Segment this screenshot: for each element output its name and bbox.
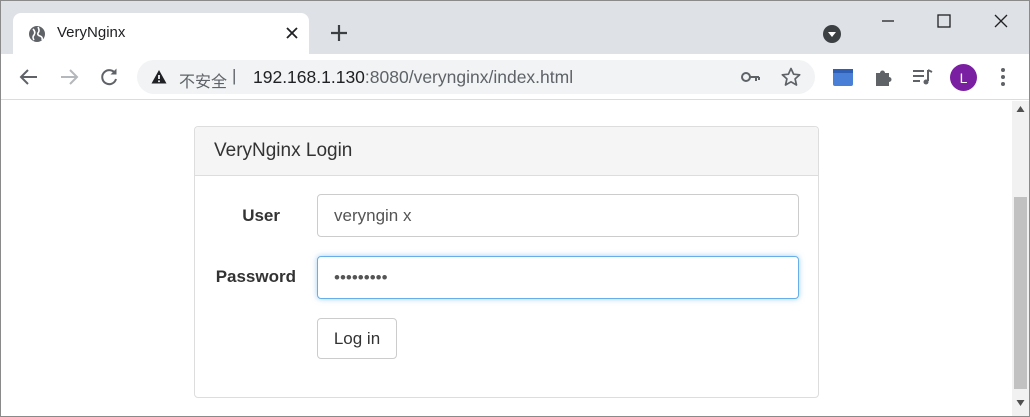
vertical-scrollbar[interactable]	[1012, 101, 1029, 416]
tab-strip: VeryNginx	[1, 1, 1029, 54]
url-path: :8080/verynginx/index.html	[364, 67, 574, 87]
scroll-down-arrow-icon[interactable]	[1016, 399, 1025, 407]
user-label: User	[242, 206, 280, 225]
media-queue-icon[interactable]	[911, 66, 933, 88]
bookmark-star-icon[interactable]	[781, 67, 801, 87]
tab-search-icon[interactable]	[821, 23, 843, 45]
tab-close-icon[interactable]	[282, 23, 302, 43]
url-host: 192.168.1.130	[253, 67, 365, 87]
new-tab-icon[interactable]	[328, 22, 350, 44]
page-viewport: VeryNginx Login User Password Log in	[1, 101, 1013, 416]
reload-icon[interactable]	[97, 65, 121, 89]
forward-arrow-icon[interactable]	[57, 65, 81, 89]
browser-toolbar: 不安全 | 192.168.1.130:8080/verynginx/index…	[1, 54, 1029, 100]
more-menu-icon[interactable]	[994, 65, 1012, 89]
profile-avatar[interactable]: L	[950, 64, 977, 91]
minimize-icon[interactable]	[877, 10, 899, 32]
address-separator: |	[232, 66, 237, 85]
login-button[interactable]: Log in	[317, 318, 397, 359]
back-arrow-icon[interactable]	[17, 65, 41, 89]
password-input[interactable]	[317, 256, 799, 299]
scroll-up-arrow-icon[interactable]	[1016, 105, 1025, 113]
tab-title: VeryNginx	[57, 24, 126, 41]
security-label[interactable]: 不安全	[179, 68, 227, 92]
key-icon[interactable]	[741, 69, 761, 85]
warning-icon[interactable]	[151, 69, 167, 85]
password-label: Password	[215, 267, 296, 286]
url-text[interactable]: 192.168.1.130:8080/verynginx/index.html	[253, 67, 573, 88]
login-heading: VeryNginx Login	[195, 127, 818, 176]
address-bar[interactable]: 不安全 | 192.168.1.130:8080/verynginx/index…	[137, 60, 815, 94]
globe-icon	[29, 26, 45, 42]
maximize-icon[interactable]	[933, 10, 955, 32]
extensions-puzzle-icon[interactable]	[872, 66, 894, 88]
scrollbar-thumb[interactable]	[1014, 197, 1027, 389]
extension-folder-icon[interactable]	[832, 66, 854, 88]
tab-verynginx[interactable]: VeryNginx	[13, 13, 309, 54]
user-input[interactable]	[317, 194, 799, 237]
close-window-icon[interactable]	[990, 10, 1012, 32]
login-panel: VeryNginx Login User Password Log in	[194, 126, 819, 398]
browser-window: VeryNginx 不安全 | 192.168.1.130:8080/veryn…	[0, 0, 1030, 417]
